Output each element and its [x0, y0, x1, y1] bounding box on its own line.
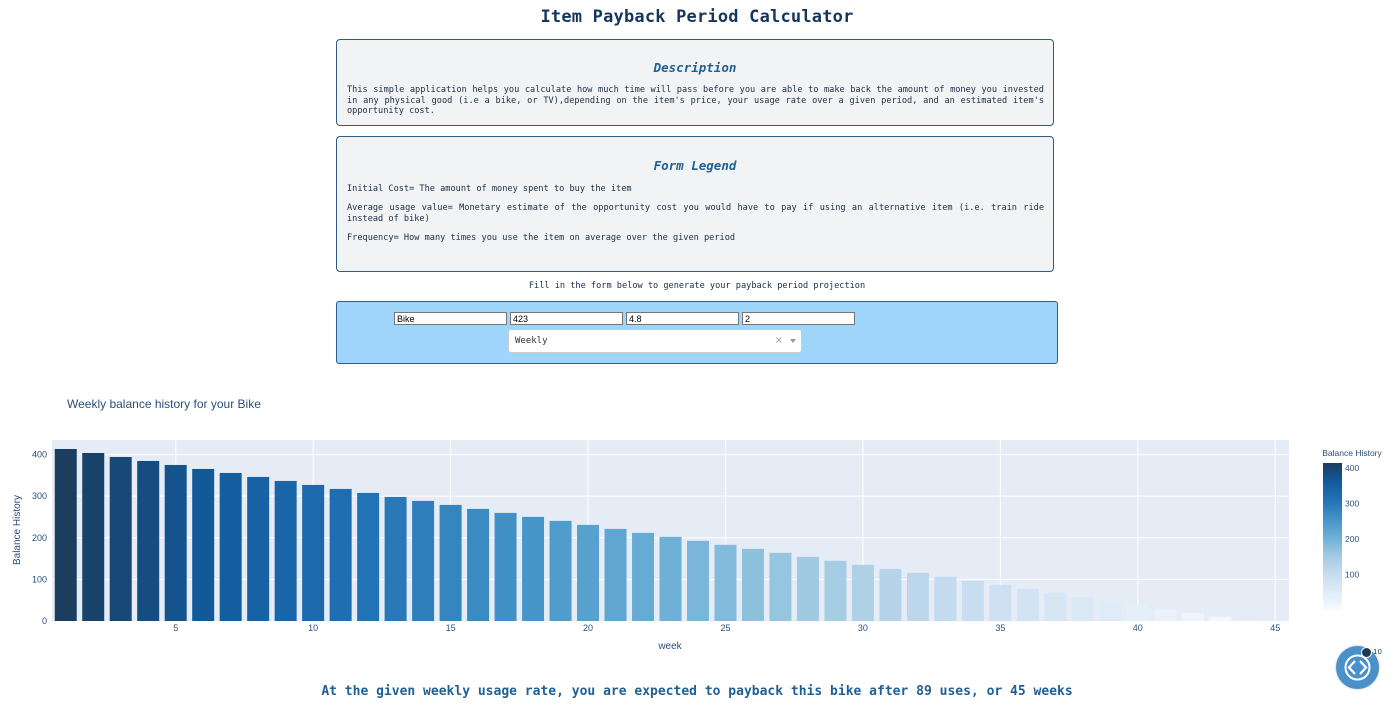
bar[interactable] [192, 468, 215, 621]
x-tick-label: 5 [173, 623, 178, 633]
bar[interactable] [384, 496, 407, 621]
balance-chart: Weekly balance history for your Bike 0 10… [12, 397, 1383, 652]
description-card: Description This simple application help… [336, 39, 1054, 126]
x-axis-ticks: 5 10 15 20 25 30 35 40 45 [173, 623, 1280, 633]
bar[interactable] [934, 576, 957, 621]
bar[interactable] [439, 504, 462, 621]
x-tick-label: 40 [1133, 623, 1143, 633]
legend-average-usage: Average usage value= Monetary estimate o… [347, 203, 1044, 224]
bar[interactable] [714, 544, 737, 621]
bar[interactable] [467, 508, 490, 621]
bar[interactable] [741, 548, 764, 621]
colorbar-ticks: 100 200 300 400 [1345, 463, 1359, 580]
colorbar-tick-label: 400 [1345, 463, 1359, 473]
bar[interactable] [1209, 616, 1232, 621]
bar[interactable] [137, 460, 160, 621]
bar[interactable] [989, 584, 1012, 621]
x-tick-label: 30 [858, 623, 868, 633]
period-dropdown[interactable]: Weekly × [508, 329, 802, 353]
bar[interactable] [164, 464, 187, 621]
bar[interactable] [1044, 592, 1067, 621]
bar[interactable] [219, 472, 242, 621]
bar[interactable] [522, 516, 545, 621]
y-tick-label: 400 [32, 450, 47, 460]
page-title: Item Payback Period Calculator [540, 7, 854, 27]
bar[interactable] [329, 488, 352, 621]
bar[interactable] [796, 556, 819, 621]
item-name-input[interactable] [394, 312, 507, 325]
bar[interactable] [1016, 588, 1039, 621]
colorbar-title: Balance History [1322, 448, 1382, 458]
bar[interactable] [54, 448, 77, 621]
x-axis-label: week [657, 641, 682, 652]
frequency-input[interactable] [742, 312, 855, 325]
bar[interactable] [824, 560, 847, 621]
bar[interactable] [109, 456, 132, 621]
bar[interactable] [494, 512, 517, 621]
bar[interactable] [1099, 600, 1122, 621]
period-selected-value: Weekly [515, 336, 548, 346]
x-tick-label: 20 [583, 623, 593, 633]
bar[interactable] [302, 484, 325, 621]
bar[interactable] [82, 452, 105, 621]
x-tick-label: 15 [446, 623, 456, 633]
legend-initial-cost: Initial Cost= The amount of money spent … [347, 184, 632, 194]
bar[interactable] [549, 520, 572, 621]
bar[interactable] [1071, 596, 1094, 621]
input-form: Weekly × [336, 301, 1058, 364]
x-tick-label: 35 [995, 623, 1005, 633]
bar[interactable] [412, 500, 435, 621]
bar[interactable] [247, 476, 270, 621]
bar[interactable] [577, 524, 600, 621]
bar[interactable] [274, 480, 297, 621]
bar[interactable] [357, 492, 380, 621]
y-tick-label: 100 [32, 574, 47, 584]
notification-badge [1361, 647, 1372, 658]
x-tick-label: 45 [1270, 623, 1280, 633]
description-text: This simple application helps you calcul… [347, 85, 1044, 116]
x-tick-label: 10 [308, 623, 318, 633]
bar[interactable] [686, 540, 709, 621]
y-tick-label: 300 [32, 491, 47, 501]
description-heading: Description [653, 60, 737, 75]
clear-icon[interactable]: × [775, 335, 783, 346]
bar[interactable] [1126, 604, 1149, 621]
bar[interactable] [879, 568, 902, 621]
y-axis-ticks: 0 100 200 300 400 [32, 450, 47, 626]
form-instruction: Fill in the form below to generate your … [528, 281, 866, 291]
bar[interactable] [769, 552, 792, 621]
form-legend-card: Form Legend Initial Cost= The amount of … [336, 136, 1054, 272]
y-axis-label: Balance History [12, 495, 23, 565]
payback-result: At the given weekly usage rate, you are … [321, 684, 1073, 699]
bar[interactable] [632, 532, 655, 621]
bar[interactable] [1154, 608, 1177, 621]
bar[interactable] [1181, 612, 1204, 621]
colorbar [1323, 463, 1342, 610]
bar[interactable] [659, 536, 682, 621]
chart-title: Weekly balance history for your Bike [67, 397, 261, 411]
legend-frequency: Frequency= How many times you use the it… [347, 233, 736, 243]
chevron-down-icon[interactable] [790, 339, 796, 343]
y-tick-label: 200 [32, 533, 47, 543]
x-tick-label: 25 [720, 623, 730, 633]
notification-count: 10 [1373, 648, 1382, 656]
bar[interactable] [906, 572, 929, 621]
colorbar-tick-label: 300 [1345, 498, 1359, 508]
colorbar-tick-label: 200 [1345, 534, 1359, 544]
initial-cost-input[interactable] [510, 312, 623, 325]
y-tick-label: 0 [42, 616, 47, 626]
bar[interactable] [961, 580, 984, 621]
form-legend-heading: Form Legend [653, 158, 737, 173]
bar[interactable] [851, 564, 874, 621]
bar[interactable] [604, 528, 627, 621]
colorbar-tick-label: 100 [1345, 569, 1359, 579]
average-usage-input[interactable] [626, 312, 739, 325]
